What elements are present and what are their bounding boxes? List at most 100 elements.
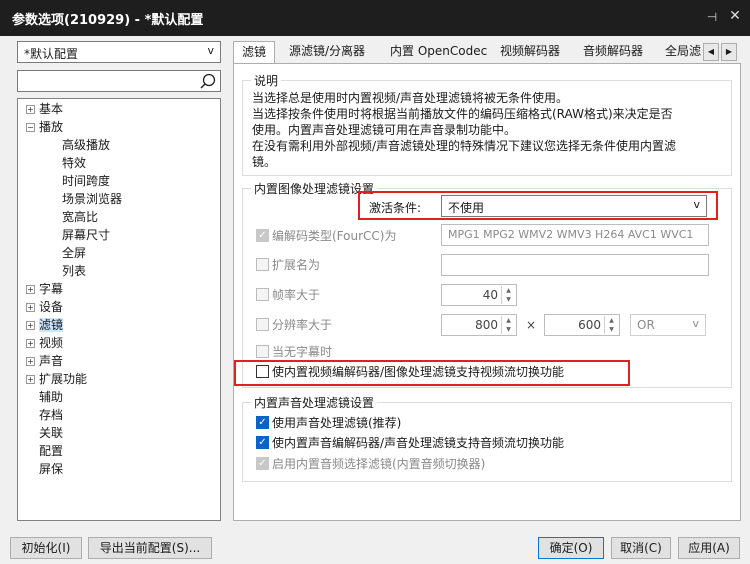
settings-tree[interactable]: + 基本 − 播放 高级播放 特效 时间跨度 场景浏览器 宽高比 屏幕尺寸 全屏 列表 + 字幕 + 设备 + 滤… [17,98,221,521]
no-subtitle-row[interactable]: 当无字幕时 [256,343,332,361]
tree-item-label: 屏保 [39,462,64,476]
tree-item-label: 时间跨度 [62,174,111,188]
tab-audio-decoders[interactable]: 音频解码器 [575,41,651,63]
framerate-spinner[interactable]: 40 ▲ ▼ [441,284,517,306]
use-audio-filter-checkbox[interactable]: ✓ [256,416,269,429]
tree-item[interactable]: + 基本 [26,100,63,118]
tree-item[interactable]: 特效 [62,154,86,172]
collapse-icon[interactable]: − [26,123,35,132]
spin-down-icon[interactable]: ▼ [605,325,618,334]
tree-item[interactable]: + 声音 [26,352,63,370]
pin-icon[interactable]: ⊣ [704,10,720,26]
profile-select-value: *默认配置 [24,47,79,61]
tree-item[interactable]: + 扩展功能 [26,370,87,388]
tree-item[interactable]: + 字幕 [26,280,63,298]
use-audio-filter-row[interactable]: ✓ 使用声音处理滤镜(推荐) [256,414,401,432]
expand-icon[interactable]: + [26,339,35,348]
audio-selector-checkbox[interactable]: ✓ [256,457,269,470]
expand-icon[interactable]: + [26,375,35,384]
tree-item-label: 视频 [39,336,64,350]
expand-icon[interactable]: + [26,357,35,366]
extension-field[interactable] [441,254,709,276]
tree-item[interactable]: 宽高比 [62,208,98,226]
extension-checkbox[interactable] [256,258,269,271]
tree-item[interactable]: 场景浏览器 [62,190,122,208]
expand-icon[interactable]: + [26,303,35,312]
ok-button[interactable]: 确定(O) [538,537,604,559]
tree-item-label: 屏幕尺寸 [62,228,111,242]
audio-switch-checkbox[interactable]: ✓ [256,436,269,449]
tab-strip: 滤镜 源滤镜/分离器 内置 OpenCodec 视频解码器 音频解码器 全局滤 … [233,41,741,65]
tree-item-label: 辅助 [39,390,64,404]
resolution-width-spinner[interactable]: 800 ▲ ▼ [441,314,517,336]
tab-global-filters[interactable]: 全局滤 [657,41,709,63]
chevron-down-icon: v [692,317,699,330]
spin-up-icon[interactable]: ▲ [502,286,515,295]
tab-source-splitters[interactable]: 源滤镜/分离器 [281,41,373,63]
filters-panel: 说明 当选择总是使用时内置视频/声音处理滤镜将被无条件使用。 当选择按条件使用时… [233,63,741,521]
search-icon[interactable] [199,71,217,91]
framerate-checkbox[interactable] [256,288,269,301]
tab-scroll-left-icon[interactable]: ◀ [703,43,719,61]
tree-item[interactable]: 屏幕尺寸 [62,226,110,244]
tab-video-decoders[interactable]: 视频解码器 [492,41,568,63]
profile-select[interactable]: *默认配置 v [17,41,221,63]
spin-down-icon[interactable]: ▼ [502,295,515,304]
tree-item[interactable]: 全屏 [62,244,86,262]
expand-icon[interactable]: + [26,285,35,294]
tree-item[interactable]: 辅助 [26,388,63,406]
extension-row[interactable]: 扩展名为 [256,256,320,274]
no-subtitle-checkbox[interactable] [256,345,269,358]
tree-item-label: 存档 [39,408,64,422]
fourcc-field[interactable]: MPG1 MPG2 WMV2 WMV3 H264 AVC1 WVC1 [441,224,709,246]
search-input[interactable] [18,71,198,91]
spin-down-icon[interactable]: ▼ [502,325,515,334]
tree-item-label: 设备 [39,300,64,314]
expand-icon[interactable]: + [26,321,35,330]
tab-builtin-opencodec[interactable]: 内置 OpenCodec [382,41,495,63]
tab-filters[interactable]: 滤镜 [233,41,276,65]
resolution-checkbox[interactable] [256,318,269,331]
spin-up-icon[interactable]: ▲ [605,316,618,325]
resolution-operator-select[interactable]: OR v [630,314,706,336]
tree-item[interactable]: 列表 [62,262,86,280]
tab-scroll-right-icon[interactable]: ▶ [721,43,737,61]
tree-item-label: 关联 [39,426,64,440]
resolution-height-spinner[interactable]: 600 ▲ ▼ [544,314,620,336]
no-subtitle-label: 当无字幕时 [272,345,333,359]
close-icon[interactable]: ✕ [726,8,744,26]
fourcc-row[interactable]: ✓ 编解码类型(FourCC)为 [256,227,396,245]
description-line: 当选择总是使用时内置视频/声音处理滤镜将被无条件使用。 [252,91,569,105]
audio-switch-row[interactable]: ✓ 使内置声音编解码器/声音处理滤镜支持音频流切换功能 [256,434,564,452]
tree-item[interactable]: 高级播放 [62,136,110,154]
expand-icon[interactable]: + [26,105,35,114]
framerate-value: 40 [482,288,498,302]
tree-item[interactable]: 存档 [26,406,63,424]
tree-item[interactable]: 屏保 [26,460,63,478]
tree-item[interactable]: − 播放 [26,118,63,136]
activation-highlight [358,191,718,220]
cancel-button[interactable]: 取消(C) [611,537,671,559]
fourcc-checkbox[interactable]: ✓ [256,229,269,242]
tree-item[interactable]: 时间跨度 [62,172,110,190]
apply-button[interactable]: 应用(A) [678,537,740,559]
tree-item-label: 高级播放 [62,138,111,152]
initialize-button[interactable]: 初始化(I) [10,537,82,559]
tree-item[interactable]: + 滤镜 [26,316,64,334]
tree-item-label: 宽高比 [62,210,99,224]
description-line: 在没有需利用外部视频/声音滤镜处理的特殊情况下建议您选择无条件使用内置滤 [252,139,677,153]
tree-item[interactable]: 配置 [26,442,63,460]
framerate-row[interactable]: 帧率大于 [256,286,320,304]
resolution-row[interactable]: 分辨率大于 [256,316,332,334]
tree-item[interactable]: + 设备 [26,298,63,316]
times-sign: × [526,318,537,332]
spin-up-icon[interactable]: ▲ [502,316,515,325]
tree-item[interactable]: 关联 [26,424,63,442]
description-title: 说明 [251,72,282,89]
export-config-button[interactable]: 导出当前配置(S)... [88,537,212,559]
tree-item[interactable]: + 视频 [26,334,63,352]
tree-item-label: 扩展功能 [39,372,88,386]
search-box[interactable] [17,70,221,92]
audio-selector-row[interactable]: ✓ 启用内置音频选择滤镜(内置音频切换器) [256,455,485,473]
tree-item-label: 列表 [62,264,87,278]
